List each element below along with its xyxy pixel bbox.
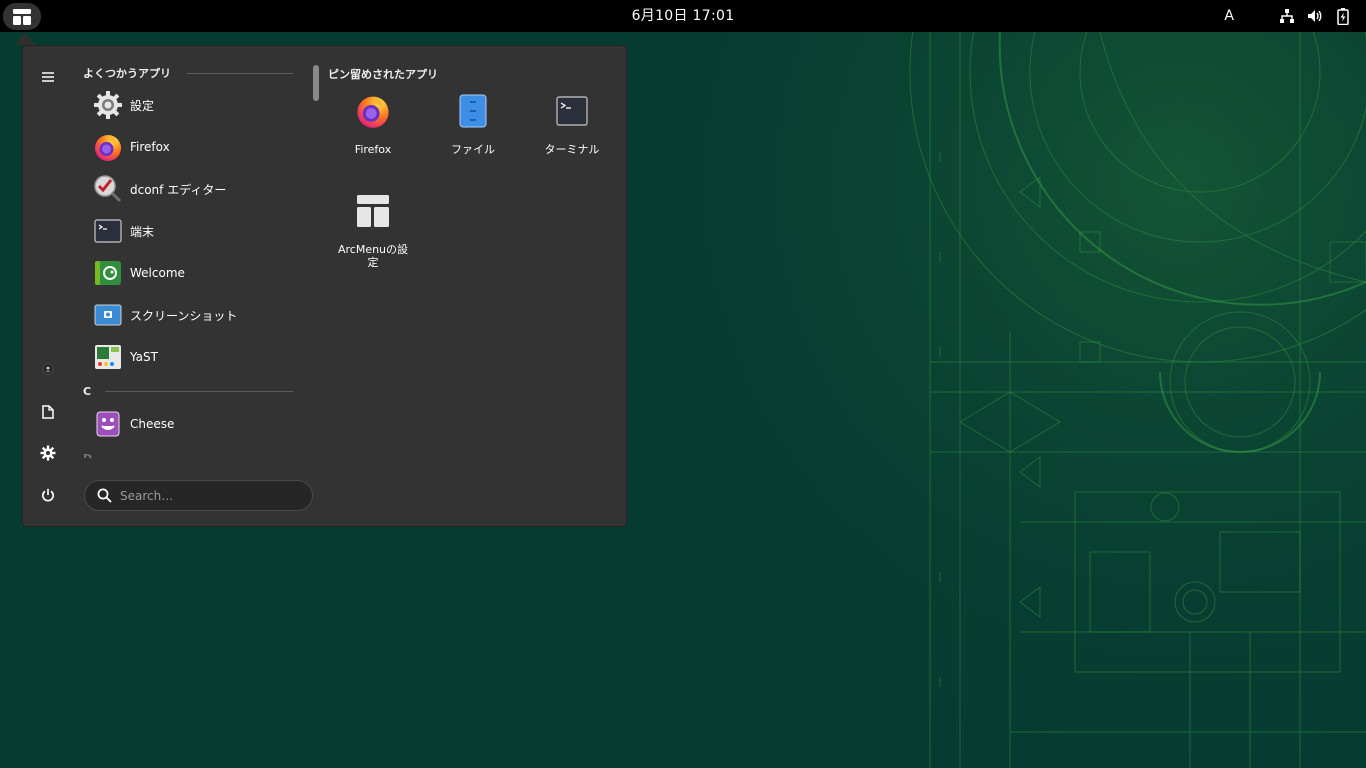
user-avatar-icon xyxy=(42,363,54,375)
letter-header-d: D xyxy=(83,446,293,458)
battery-icon[interactable] xyxy=(1334,7,1352,25)
app-label: Cheese xyxy=(130,417,175,431)
app-item-screenshot[interactable]: スクリーンショット xyxy=(83,294,293,336)
settings-icon xyxy=(93,90,123,120)
terminal-icon xyxy=(93,216,123,246)
dconf-editor-icon xyxy=(93,174,123,204)
apps-menu-icon xyxy=(13,8,31,25)
power-icon xyxy=(42,488,54,502)
menu-pointer xyxy=(14,33,36,45)
app-item-yast[interactable]: YaST xyxy=(83,336,293,378)
app-item-welcome[interactable]: Welcome xyxy=(83,252,293,294)
settings-button[interactable] xyxy=(33,438,63,468)
app-item-cheese[interactable]: Cheese xyxy=(83,403,293,445)
search-box[interactable] xyxy=(84,480,313,511)
search-icon xyxy=(97,488,112,503)
app-list-scrollbar[interactable] xyxy=(313,65,319,101)
app-label: Firefox xyxy=(130,140,170,154)
top-bar: 6月10日 17:01 A xyxy=(0,0,1366,32)
app-label: YaST xyxy=(130,350,158,364)
clock[interactable]: 6月10日 17:01 xyxy=(632,8,735,24)
power-button[interactable] xyxy=(33,480,63,510)
network-icon[interactable] xyxy=(1278,7,1296,25)
volume-icon[interactable] xyxy=(1306,7,1324,25)
app-list[interactable]: よくつかうアプリ 設定 Firefox dconf エディター 端末 Welco… xyxy=(83,62,293,458)
input-method-indicator[interactable]: A xyxy=(1224,8,1234,24)
arcmenu-panel: よくつかうアプリ 設定 Firefox dconf エディター 端末 Welco… xyxy=(22,45,627,527)
settings-gear-icon xyxy=(40,445,56,461)
apps-menu-button[interactable] xyxy=(3,3,41,30)
system-tray[interactable]: A xyxy=(1224,0,1352,32)
app-label: 端末 xyxy=(130,224,155,239)
pinned-app-label: ArcMenuの設 定 xyxy=(337,243,409,269)
app-label: Welcome xyxy=(130,266,185,280)
documents-button[interactable] xyxy=(33,397,63,427)
app-label: dconf エディター xyxy=(130,182,227,197)
firefox-icon xyxy=(353,91,393,131)
files-icon xyxy=(453,91,493,131)
favorites-header-label: よくつかうアプリ xyxy=(83,67,171,80)
firefox-icon xyxy=(93,132,123,162)
arcmenu-settings-icon xyxy=(353,191,393,231)
cheese-icon xyxy=(93,409,123,439)
app-item-dconf-editor[interactable]: dconf エディター xyxy=(83,168,293,210)
app-label: 設定 xyxy=(130,98,155,113)
pinned-apps-header: ピン留めされたアプリ xyxy=(328,68,438,81)
app-label: スクリーンショット xyxy=(130,308,238,323)
app-item-firefox[interactable]: Firefox xyxy=(83,126,293,168)
hamburger-button[interactable] xyxy=(33,62,63,92)
document-icon xyxy=(42,405,54,419)
favorites-header: よくつかうアプリ xyxy=(83,62,293,84)
pinned-app-label: Firefox xyxy=(354,143,392,156)
app-item-settings[interactable]: 設定 xyxy=(83,84,293,126)
pinned-app-firefox[interactable]: Firefox xyxy=(328,91,418,156)
opensuse-welcome-icon xyxy=(93,258,123,288)
pinned-app-files[interactable]: ファイル xyxy=(428,91,518,156)
screenshot-icon xyxy=(93,300,123,330)
pinned-app-arcmenu-settings[interactable]: ArcMenuの設 定 xyxy=(328,191,418,269)
letter-label: D xyxy=(83,451,93,459)
pinned-app-label: ファイル xyxy=(451,143,495,156)
search-input[interactable] xyxy=(120,488,300,503)
menu-sidebar xyxy=(23,46,75,528)
yast-icon xyxy=(93,342,123,372)
terminal-icon xyxy=(552,91,592,131)
letter-header-c: C xyxy=(83,379,293,403)
pinned-app-terminal[interactable]: ターミナル xyxy=(527,91,617,156)
user-avatar-button[interactable] xyxy=(33,354,63,384)
pinned-app-label: ターミナル xyxy=(544,143,600,156)
hamburger-icon xyxy=(42,72,54,82)
app-item-terminal[interactable]: 端末 xyxy=(83,210,293,252)
letter-label: C xyxy=(83,384,92,398)
